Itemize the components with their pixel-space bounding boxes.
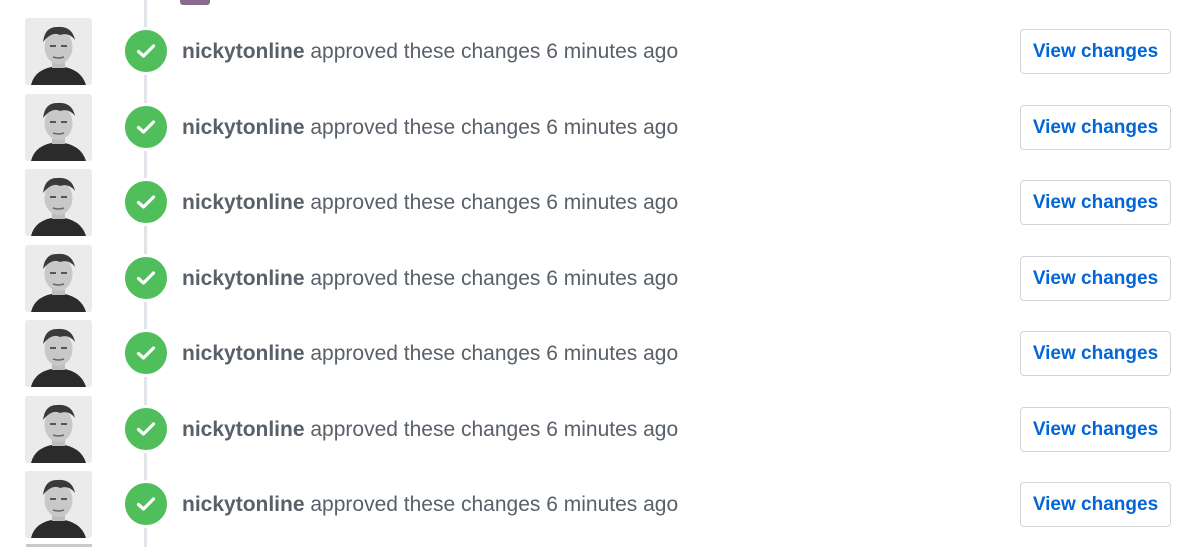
review-event: nickytonline approved these changes 6 mi… xyxy=(0,169,1200,244)
review-event: nickytonline approved these changes 6 mi… xyxy=(0,320,1200,395)
check-icon xyxy=(136,497,156,511)
review-timeline: nickytonline approved these changes 6 mi… xyxy=(0,0,1200,547)
avatar[interactable] xyxy=(25,93,92,161)
view-changes-button[interactable]: View changes xyxy=(1020,482,1171,527)
event-timestamp[interactable]: 6 minutes ago xyxy=(546,342,678,365)
check-icon xyxy=(136,119,156,134)
approved-status-badge xyxy=(122,404,170,453)
avatar[interactable] xyxy=(25,320,92,387)
event-timestamp[interactable]: 6 minutes ago xyxy=(546,418,678,441)
view-changes-button[interactable]: View changes xyxy=(1020,180,1171,225)
avatar[interactable] xyxy=(25,244,92,312)
avatar[interactable] xyxy=(25,169,92,236)
approved-status-badge xyxy=(122,178,170,226)
check-icon xyxy=(136,421,156,436)
event-description: nickytonline approved these changes 6 mi… xyxy=(182,266,678,292)
event-action: approved these changes xyxy=(310,40,541,63)
event-description: nickytonline approved these changes 6 mi… xyxy=(182,190,678,216)
event-description: nickytonline approved these changes 6 mi… xyxy=(182,417,678,443)
check-icon xyxy=(136,346,156,360)
event-description: nickytonline approved these changes 6 mi… xyxy=(182,115,678,141)
event-timestamp[interactable]: 6 minutes ago xyxy=(546,191,678,214)
event-action: approved these changes xyxy=(310,115,541,139)
review-event: nickytonline approved these changes 6 mi… xyxy=(0,471,1200,546)
event-action: approved these changes xyxy=(310,493,541,516)
event-action: approved these changes xyxy=(310,191,541,214)
approved-status-badge xyxy=(122,102,170,151)
event-description: nickytonline approved these changes 6 mi… xyxy=(182,341,678,367)
review-event: nickytonline approved these changes 6 mi… xyxy=(0,93,1200,169)
event-author-link[interactable]: nickytonline xyxy=(182,342,305,365)
review-event: nickytonline approved these changes 6 mi… xyxy=(0,244,1200,320)
check-icon xyxy=(136,195,156,209)
view-changes-button[interactable]: View changes xyxy=(1020,29,1171,74)
event-author-link[interactable]: nickytonline xyxy=(182,493,305,516)
event-action: approved these changes xyxy=(310,342,541,365)
approved-status-badge xyxy=(122,329,170,377)
view-changes-button[interactable]: View changes xyxy=(1020,255,1171,301)
approved-status-badge xyxy=(122,27,170,75)
avatar[interactable] xyxy=(25,395,92,463)
avatar[interactable] xyxy=(25,18,92,85)
avatar xyxy=(180,0,210,5)
check-icon xyxy=(136,270,156,285)
approved-status-badge xyxy=(122,480,170,528)
view-changes-button[interactable]: View changes xyxy=(1020,331,1171,376)
event-author-link[interactable]: nickytonline xyxy=(182,267,305,290)
event-action: approved these changes xyxy=(310,417,541,441)
event-author-link[interactable]: nickytonline xyxy=(182,116,305,139)
event-description: nickytonline approved these changes 6 mi… xyxy=(182,492,678,518)
view-changes-button[interactable]: View changes xyxy=(1020,406,1171,452)
approved-status-badge xyxy=(122,253,170,302)
event-timestamp[interactable]: 6 minutes ago xyxy=(546,493,678,516)
event-action: approved these changes xyxy=(310,266,541,290)
view-changes-button[interactable]: View changes xyxy=(1020,104,1171,150)
review-event: nickytonline approved these changes 6 mi… xyxy=(0,395,1200,471)
event-timestamp[interactable]: 6 minutes ago xyxy=(546,267,678,290)
event-author-link[interactable]: nickytonline xyxy=(182,40,305,63)
check-icon xyxy=(136,44,156,58)
event-author-link[interactable]: nickytonline xyxy=(182,418,305,441)
event-author-link[interactable]: nickytonline xyxy=(182,191,305,214)
event-description: nickytonline approved these changes 6 mi… xyxy=(182,39,678,65)
event-timestamp[interactable]: 6 minutes ago xyxy=(546,116,678,139)
avatar[interactable] xyxy=(25,471,92,538)
review-event: nickytonline approved these changes 6 mi… xyxy=(0,18,1200,93)
event-timestamp[interactable]: 6 minutes ago xyxy=(546,40,678,63)
